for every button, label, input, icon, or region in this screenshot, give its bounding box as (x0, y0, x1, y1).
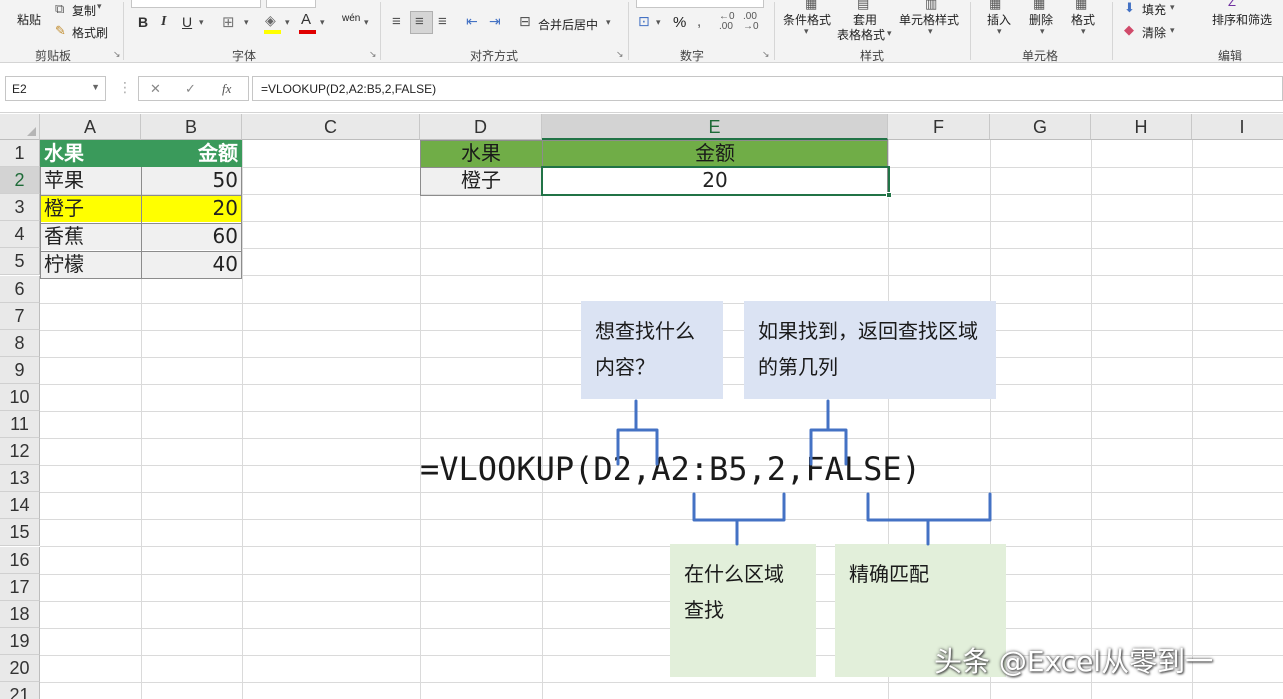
sort-filter-icon: Z (1228, 0, 1236, 9)
divider (628, 2, 629, 60)
chevron-down-icon[interactable]: ▾ (606, 17, 611, 28)
cancel-icon[interactable]: ✕ (150, 81, 161, 97)
bracket-column-index (809, 399, 848, 466)
divider (123, 2, 124, 60)
divider (380, 2, 381, 60)
drag-handle-icon[interactable]: ⋮ (118, 79, 132, 96)
merge-icon: ⊟ (519, 13, 531, 29)
comma-style-icon[interactable]: , (697, 13, 701, 30)
editing-group-label: 编辑 (1218, 49, 1243, 63)
chevron-down-icon[interactable]: ▾ (1170, 25, 1175, 36)
formula-bar: E2 ▼ ⋮ ✕ ✓ fx =VLOOKUP(D2,A2:B5,2,FALSE) (0, 63, 1283, 113)
sort-filter-button[interactable]: 排序和筛选 (1212, 11, 1272, 28)
fill-color-swatch (264, 30, 281, 34)
copy-button[interactable]: 复制 (72, 2, 96, 19)
increase-indent-icon[interactable]: ⇥ (489, 13, 501, 30)
table-format-label[interactable]: 表格格式 (837, 26, 885, 43)
font-group-label: 字体 (232, 49, 257, 63)
chevron-down-icon: ▾ (97, 1, 102, 11)
paintbrush-icon: ✎ (55, 23, 66, 38)
pinyin-button[interactable]: wén (342, 13, 360, 24)
fill-button[interactable]: 填充 (1142, 1, 1166, 18)
dialog-launcher-icon[interactable]: ↘ (113, 49, 121, 60)
align-right-icon[interactable]: ≡ (438, 13, 447, 30)
decrease-indent-icon[interactable]: ⇤ (466, 13, 478, 30)
font-color-swatch (299, 30, 316, 34)
formula-buttons: ✕ ✓ fx (138, 76, 249, 101)
chevron-down-icon[interactable]: ▾ (199, 17, 204, 28)
divider (970, 2, 971, 60)
divider (1112, 2, 1113, 60)
clipboard-group-label: 剪贴板 (35, 49, 72, 63)
chevron-down-icon[interactable]: ▾ (244, 17, 249, 28)
dialog-launcher-icon[interactable]: ↘ (369, 49, 377, 60)
chevron-down-icon[interactable]: ▾ (364, 17, 369, 28)
align-center-icon: ≡ (415, 13, 424, 30)
chevron-down-icon[interactable]: ▾ (1081, 26, 1086, 37)
dialog-launcher-icon[interactable]: ↘ (616, 49, 624, 60)
divider (774, 2, 775, 60)
styles-group-label: 样式 (860, 49, 885, 63)
copy-icon: ⧉ (55, 1, 65, 16)
dialog-launcher-icon[interactable]: ↘ (762, 49, 770, 60)
confirm-icon[interactable]: ✓ (185, 81, 196, 97)
merge-center-button[interactable]: 合并后居中 (538, 16, 598, 33)
bracket-match (866, 492, 992, 546)
worksheet-grid: ABCDEFGHI 1 2 3 4 5 6 7 8 9 10 11 12 13 14 15 16 17 18 19 2… (0, 114, 1283, 699)
chevron-down-icon[interactable]: ▾ (887, 28, 892, 39)
fill-color-icon[interactable]: ◈ (265, 12, 276, 29)
font-color-icon[interactable]: A (301, 11, 311, 28)
chevron-down-icon[interactable]: ▾ (928, 26, 933, 37)
name-box-value: E2 (12, 82, 27, 96)
name-box[interactable]: E2 ▼ (5, 76, 106, 101)
bracket-range (692, 492, 786, 546)
increase-decimal-icon[interactable]: ←0.00 (719, 12, 735, 32)
insert-function-icon[interactable]: fx (222, 81, 231, 97)
border-icon[interactable]: ⊞ (222, 13, 235, 31)
paste-button[interactable]: 粘贴 (17, 11, 41, 28)
number-format-select[interactable] (636, 0, 764, 8)
align-left-icon[interactable]: ≡ (392, 13, 401, 30)
clear-button[interactable]: 清除 (1142, 24, 1166, 41)
ribbon: 粘贴 ⧉ 复制 ▾ ✎ 格式刷 剪贴板 ↘ B I U ▾ ⊞ ▾ ◈ ▾ A … (0, 0, 1283, 63)
chevron-down-icon[interactable]: ▾ (656, 17, 661, 28)
annotation-brackets (616, 399, 992, 546)
number-group-label: 数字 (680, 49, 705, 63)
eraser-icon: ◆ (1124, 22, 1134, 37)
cells-group-label: 单元格 (1022, 49, 1059, 63)
underline-button[interactable]: U (182, 14, 192, 30)
chevron-down-icon[interactable]: ▾ (285, 17, 290, 28)
percent-button[interactable]: % (673, 14, 686, 31)
format-painter-button[interactable]: 格式刷 (72, 24, 108, 41)
fill-down-icon: ⬇ (1124, 0, 1135, 15)
bold-button[interactable]: B (138, 14, 148, 30)
alignment-group-label: 对齐方式 (470, 49, 519, 63)
chevron-down-icon[interactable]: ▾ (1040, 26, 1045, 37)
font-size-select[interactable] (266, 0, 316, 8)
decrease-decimal-icon[interactable]: .00 →0 (743, 12, 759, 32)
chevron-down-icon[interactable]: ▾ (804, 26, 809, 37)
chevron-down-icon[interactable]: ▾ (320, 17, 325, 28)
currency-icon[interactable]: ⊡ (638, 13, 650, 30)
chevron-down-icon[interactable]: ▼ (91, 82, 100, 92)
bracket-lookup-value (616, 399, 659, 466)
chevron-down-icon[interactable]: ▾ (997, 26, 1002, 37)
italic-button[interactable]: I (161, 14, 166, 30)
chevron-down-icon[interactable]: ▾ (1170, 2, 1175, 13)
font-name-select[interactable] (131, 0, 261, 8)
formula-input[interactable]: =VLOOKUP(D2,A2:B5,2,FALSE) (252, 76, 1283, 101)
watermark: 头条 @Excel从零到一 (934, 645, 1214, 678)
